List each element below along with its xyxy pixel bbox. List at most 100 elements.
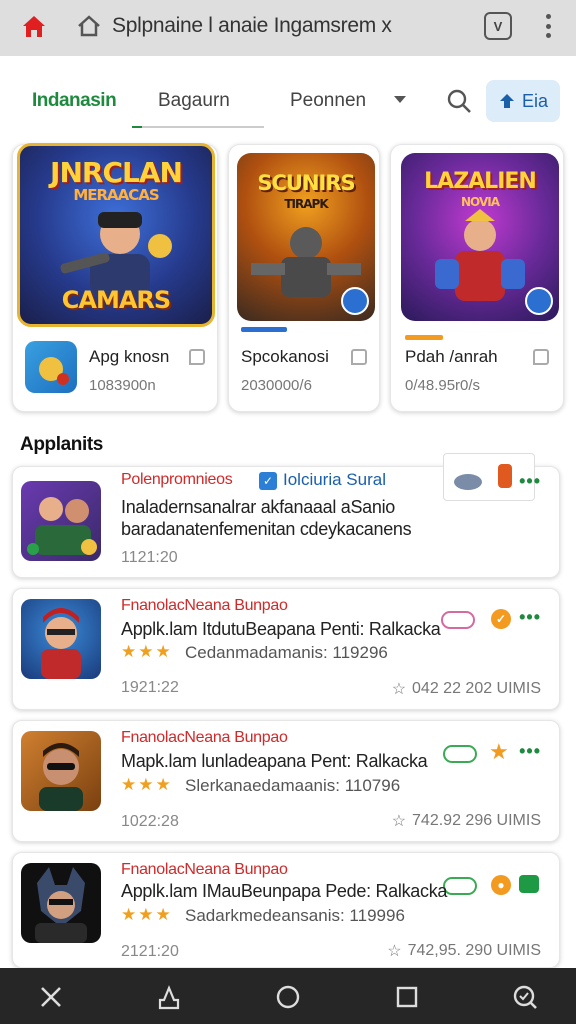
system-nav-bar <box>0 968 576 1024</box>
tab-indicator <box>132 126 264 128</box>
stat-value: 042 22 202 UIMIS <box>412 680 541 697</box>
progress-bar <box>405 335 443 340</box>
list-item-date: 2121:20 <box>121 943 179 960</box>
list-item-description: Mapk.lam lunladeapana Pent: Ralkacka <box>121 751 428 771</box>
rating-stars: ★★★ <box>121 642 173 661</box>
tab-indanasin[interactable]: Indanasin <box>32 90 117 112</box>
list-item-title: Polenpromnieos <box>121 471 233 488</box>
address-bar[interactable]: Splpnaine l anaie Ingamsrem x <box>72 8 432 44</box>
more-options-icon[interactable]: ••• <box>519 607 541 628</box>
list-item-meta: Cedanmadamanis: 119296 <box>185 643 388 662</box>
badge-icon: ● <box>491 875 511 895</box>
home-button-icon[interactable] <box>275 984 301 1010</box>
featured-art: LAZALIEN NOVIA <box>401 153 559 321</box>
list-item-description: Applk.lam ItdutuBeapana Penti: Ralkacka <box>121 619 441 639</box>
art-title-bottom: CAMARS <box>61 286 171 314</box>
bookmark-icon[interactable] <box>189 349 205 365</box>
recents-icon[interactable] <box>394 984 420 1010</box>
bookmark-icon[interactable] <box>533 349 549 365</box>
app-thumbnail <box>21 731 101 811</box>
star-outline-icon: ☆ <box>391 681 407 698</box>
tab-peonnen[interactable]: Peonnen <box>290 90 366 112</box>
stat-value: 742,95. 290 UIMIS <box>407 942 541 959</box>
character-art <box>60 212 172 296</box>
list-item-title: FnanolacNeana Bunpao <box>121 597 288 614</box>
install-label: Eia <box>521 90 548 111</box>
progress-bar <box>241 327 287 332</box>
close-icon[interactable] <box>38 984 64 1010</box>
bookmark-icon[interactable] <box>351 349 367 365</box>
app-thumbnail <box>21 481 101 561</box>
star-outline-icon: ☆ <box>391 813 407 830</box>
rating-stars: ★★★ <box>121 905 173 924</box>
developer-name: Iolciuria Sural <box>283 470 386 489</box>
toggle-icon[interactable] <box>441 611 475 629</box>
tabs-button[interactable]: V <box>484 12 512 40</box>
art-subtitle: NOVIA <box>461 195 500 209</box>
featured-art: JNRCLAN MERAACAS CAMARS <box>17 143 215 327</box>
browser-toolbar: Splpnaine l anaie Ingamsrem x V <box>0 0 576 56</box>
list-item-stat: ☆ 742,95. 290 UIMIS <box>387 941 541 961</box>
list-item-meta: Sadarkmedeansanis: 119996 <box>185 906 405 925</box>
featured-title: Pdah /anrah <box>405 347 498 366</box>
stat-value: 742.92 296 UIMIS <box>412 812 541 829</box>
page-home-icon <box>78 15 100 37</box>
home-icon[interactable] <box>20 12 48 40</box>
more-options-icon[interactable]: ••• <box>519 471 541 492</box>
app-thumbnail <box>21 863 101 943</box>
list-item[interactable]: FnanolacNeana Bunpao ✓ ••• Applk.lam Itd… <box>12 588 560 710</box>
more-options-icon[interactable]: ••• <box>519 741 541 762</box>
featured-art: SCUNIRS TIRAPK <box>237 153 375 321</box>
badge-icon: ✓ <box>491 609 511 629</box>
list-item-date: 1121:20 <box>121 549 178 566</box>
toggle-icon[interactable] <box>443 745 477 763</box>
list-item-description: Inaladernsanalrar akfanaaal aSanio <box>121 497 396 517</box>
art-title: JNRCLAN <box>50 156 183 189</box>
tab-bagaurn[interactable]: Bagaurn <box>158 90 230 112</box>
app-thumbnail <box>21 599 101 679</box>
section-title: Applanits <box>20 434 103 455</box>
top-nav: Indanasin Bagaurn Peonnen Eia <box>0 56 576 130</box>
developer-link[interactable]: ✓ Iolciuria Sural <box>259 470 386 490</box>
install-button[interactable]: Eia <box>486 80 560 122</box>
menu-kebab-icon[interactable] <box>538 12 558 40</box>
app-badge-icon <box>519 875 539 893</box>
featured-title: Spcokanosi <box>241 347 329 366</box>
list-item-title: FnanolacNeana Bunpao <box>121 861 288 878</box>
featured-subtitle: 1083900n <box>89 377 156 394</box>
art-subtitle: TIRAPK <box>284 197 328 211</box>
list-item-date: 1022:28 <box>121 813 179 830</box>
rating-stars: ★★★ <box>121 775 173 794</box>
featured-title: Apg knosn <box>89 347 170 366</box>
star-badge-icon: ★ <box>489 739 509 764</box>
list-item-date: 1921:22 <box>121 679 179 696</box>
search-icon[interactable] <box>446 88 472 114</box>
list-item[interactable]: FnanolacNeana Bunpao ★ ••• Mapk.lam lunl… <box>12 720 560 842</box>
art-title: LAZALIEN <box>424 169 537 194</box>
list-item[interactable]: FnanolacNeana Bunpao ● Applk.lam IMauBeu… <box>12 852 560 968</box>
list-item-meta: Slerkanaedamaanis: 110796 <box>185 776 401 795</box>
search-lens-icon[interactable] <box>512 984 538 1010</box>
list-item-description: Applk.lam IMauBeunpapa Pede: Ralkacka <box>121 881 448 901</box>
featured-card[interactable]: SCUNIRS TIRAPK Spcokanosi 2030000/6 <box>228 144 380 412</box>
list-item-stat: ☆ 742.92 296 UIMIS <box>392 811 541 831</box>
star-outline-icon: ☆ <box>387 943 402 960</box>
hero-art <box>435 209 525 301</box>
list-item[interactable]: Polenpromnieos ✓ Iolciuria Sural ••• Inal… <box>12 453 560 578</box>
featured-subtitle: 0/48.95r0/s <box>405 377 481 394</box>
art-subtitle: MERAACAS <box>73 186 159 204</box>
url-text: Splpnaine l anaie Ingamsrem x <box>112 14 392 37</box>
list-item-description-2: baradanatenfemenitan cdeykacanens <box>121 519 412 539</box>
art-title: SCUNIRS <box>257 171 355 195</box>
list-item-title: FnanolacNeana Bunpao <box>121 729 288 746</box>
share-icon[interactable] <box>156 984 182 1010</box>
featured-subtitle: 2030000/6 <box>241 377 312 394</box>
chevron-down-icon[interactable] <box>394 96 406 103</box>
featured-card[interactable]: JNRCLAN MERAACAS CAMARS Apg knosn 108390… <box>12 143 218 412</box>
verified-icon: ✓ <box>259 471 277 490</box>
app-icon <box>25 341 77 393</box>
toggle-icon[interactable] <box>443 877 477 895</box>
upload-icon <box>499 94 514 108</box>
featured-card[interactable]: LAZALIEN NOVIA Pdah /anrah 0/48.95r0/s <box>390 144 564 412</box>
list-item-stat: ☆ 042 22 202 UIMIS <box>392 679 541 699</box>
